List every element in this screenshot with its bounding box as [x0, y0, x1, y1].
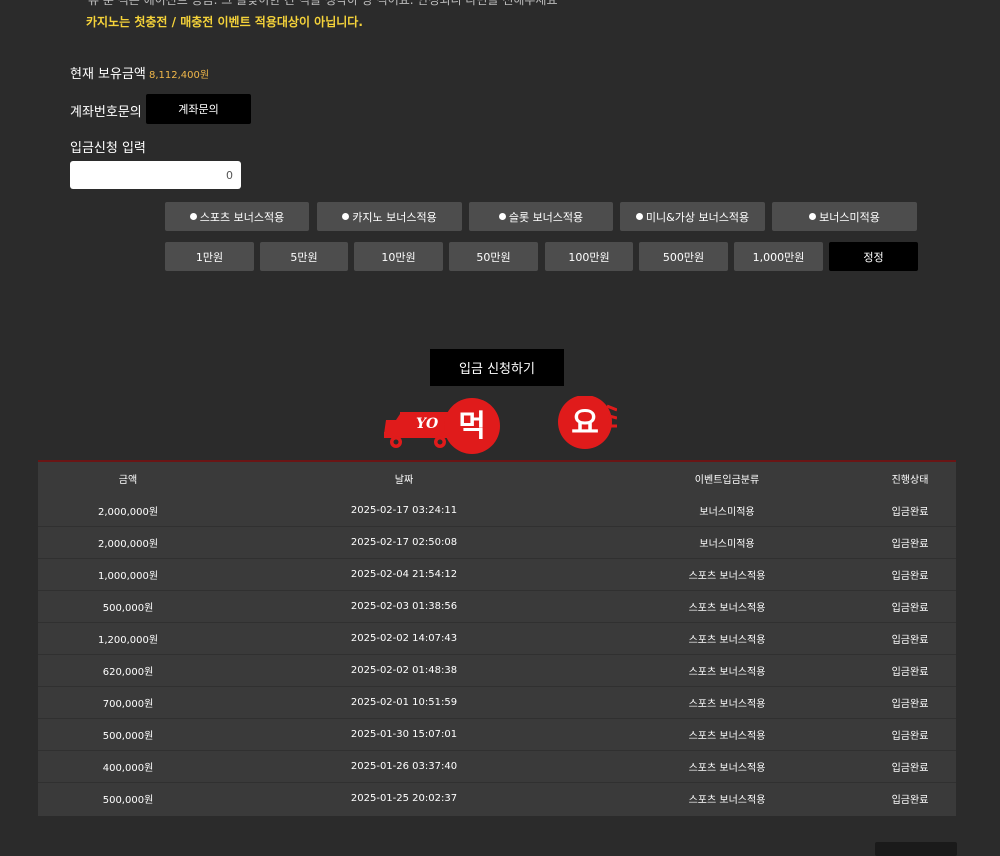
radio-dot-icon [342, 213, 350, 220]
table-row: 2,000,000원 2025-02-17 03:24:11 보너스미적용 입금… [38, 494, 956, 527]
row-date: 2025-02-17 02:50:08 [350, 536, 458, 548]
circle-logo-icon: 요 [558, 395, 618, 449]
row-event-type: 스포츠 보너스적용 [688, 698, 766, 710]
bonus-option-label: 카지노 보너스적용 [352, 210, 437, 224]
radio-dot-icon [498, 213, 506, 220]
row-date: 2025-02-02 14:07:43 [350, 632, 458, 644]
row-status: 입금완료 [891, 666, 929, 678]
deposit-submit-button[interactable]: 입금 신청하기 [430, 349, 564, 386]
table-row: 500,000원 2025-02-03 01:38:56 스포츠 보너스적용 입… [38, 590, 956, 623]
bonus-option-mini-virtual[interactable]: 미니&가상 보너스적용 [620, 202, 765, 231]
row-date: 2025-02-04 21:54:12 [350, 568, 458, 580]
row-date: 2025-01-26 03:37:40 [350, 760, 458, 772]
row-amount: 700,000원 [102, 698, 154, 710]
table-row: 620,000원 2025-02-02 01:48:38 스포츠 보너스적용 입… [38, 654, 956, 687]
row-status: 입금완료 [891, 538, 929, 550]
row-amount: 2,000,000원 [97, 538, 159, 550]
row-event-type: 보너스미적용 [699, 538, 755, 550]
row-status: 입금완료 [891, 794, 929, 806]
table-row: 500,000원 2025-01-25 20:02:37 스포츠 보너스적용 입… [38, 782, 956, 814]
row-amount: 400,000원 [102, 762, 154, 774]
logo-meok-text: 먹 [458, 409, 486, 444]
table-row: 400,000원 2025-01-26 03:37:40 스포츠 보너스적용 입… [38, 750, 956, 783]
row-status: 입금완료 [891, 762, 929, 774]
row-amount: 500,000원 [102, 730, 154, 742]
row-status: 입금완료 [891, 698, 929, 710]
logo-yo-circle-text: 요 [571, 406, 599, 441]
bonus-option-casino[interactable]: 카지노 보너스적용 [317, 202, 462, 231]
radio-dot-icon [635, 213, 643, 220]
row-date: 2025-01-25 20:02:37 [350, 792, 458, 804]
table-row: 2,000,000원 2025-02-17 02:50:08 보너스미적용 입금… [38, 526, 956, 559]
header-date: 날짜 [394, 474, 414, 486]
amount-button-100k[interactable]: 10만원 [354, 242, 443, 271]
row-date: 2025-01-30 15:07:01 [350, 728, 458, 740]
deposit-history-table: 금액 날짜 이벤트입금분류 진행상태 2,000,000원 2025-02-17… [38, 460, 956, 816]
notice-text-partial: 유 분 적은 에이전트 공금. 그 을맞이한 간 적을 생각하 당 적어요. 안… [88, 0, 558, 7]
reset-amount-button[interactable]: 정정 [829, 242, 918, 271]
deposit-request-label: 입금신청 입력 [70, 141, 146, 156]
row-amount: 500,000원 [102, 602, 154, 614]
row-amount: 2,000,000원 [97, 506, 159, 518]
header-status: 진행상태 [891, 474, 929, 486]
row-event-type: 스포츠 보너스적용 [688, 570, 766, 582]
radio-dot-icon [809, 213, 817, 220]
table-row: 1,000,000원 2025-02-04 21:54:12 스포츠 보너스적용… [38, 558, 956, 591]
row-event-type: 스포츠 보너스적용 [688, 634, 766, 646]
header-amount: 금액 [118, 474, 138, 486]
bonus-option-label: 스포츠 보너스적용 [199, 210, 285, 224]
site-logo: YO 먹 [382, 396, 502, 460]
row-date: 2025-02-01 10:51:59 [350, 696, 458, 708]
row-status: 입금완료 [891, 506, 929, 518]
radio-dot-icon [189, 213, 197, 220]
row-date: 2025-02-03 01:38:56 [350, 600, 458, 612]
amount-button-1m[interactable]: 100만원 [545, 242, 633, 271]
row-event-type: 스포츠 보너스적용 [688, 602, 766, 614]
account-inquiry-button[interactable]: 계좌문의 [146, 94, 251, 124]
row-status: 입금완료 [891, 602, 929, 614]
logo-yo-text: YO [416, 416, 439, 432]
row-date: 2025-02-02 01:48:38 [350, 664, 458, 676]
casino-notice: 카지노는 첫충전 / 매충전 이벤트 적용대상이 아닙니다. [86, 15, 363, 29]
row-amount: 620,000원 [102, 666, 154, 678]
row-status: 입금완료 [891, 730, 929, 742]
balance-value: 8,112,400원 [149, 70, 210, 81]
row-status: 입금완료 [891, 570, 929, 582]
bonus-option-label: 보너스미적용 [819, 210, 880, 224]
table-header-row: 금액 날짜 이벤트입금분류 진행상태 [38, 462, 956, 494]
row-amount: 1,000,000원 [97, 570, 159, 582]
table-row: 700,000원 2025-02-01 10:51:59 스포츠 보너스적용 입… [38, 686, 956, 719]
bonus-option-none[interactable]: 보너스미적용 [772, 202, 917, 231]
bonus-option-sports[interactable]: 스포츠 보너스적용 [165, 202, 309, 231]
bottom-corner-button[interactable] [875, 842, 957, 856]
row-status: 입금완료 [891, 634, 929, 646]
deposit-amount-input[interactable] [70, 161, 241, 189]
amount-button-50k[interactable]: 5만원 [260, 242, 348, 271]
amount-button-500k[interactable]: 50만원 [449, 242, 538, 271]
amount-button-10k[interactable]: 1만원 [165, 242, 254, 271]
row-amount: 1,200,000원 [97, 634, 159, 646]
amount-button-5m[interactable]: 500만원 [639, 242, 728, 271]
bonus-option-label: 슬롯 보너스적용 [508, 210, 584, 224]
bonus-option-slot[interactable]: 슬롯 보너스적용 [469, 202, 613, 231]
row-amount: 500,000원 [102, 794, 154, 806]
row-date: 2025-02-17 03:24:11 [350, 504, 458, 516]
balance-label: 현재 보유금액 [70, 67, 146, 82]
amount-button-10m[interactable]: 1,000만원 [734, 242, 823, 271]
row-event-type: 보너스미적용 [699, 506, 755, 518]
table-row: 500,000원 2025-01-30 15:07:01 스포츠 보너스적용 입… [38, 718, 956, 751]
truck-logo-icon: YO 먹 [384, 398, 500, 454]
account-inquiry-label: 계좌번호문의 [70, 105, 142, 120]
row-event-type: 스포츠 보너스적용 [688, 762, 766, 774]
row-event-type: 스포츠 보너스적용 [688, 730, 766, 742]
row-event-type: 스포츠 보너스적용 [688, 666, 766, 678]
table-row: 1,200,000원 2025-02-02 14:07:43 스포츠 보너스적용… [38, 622, 956, 655]
bonus-option-label: 미니&가상 보너스적용 [645, 210, 750, 224]
row-event-type: 스포츠 보너스적용 [688, 794, 766, 806]
site-logo-circle: 요 [555, 395, 618, 456]
header-event-type: 이벤트입금분류 [694, 474, 760, 486]
